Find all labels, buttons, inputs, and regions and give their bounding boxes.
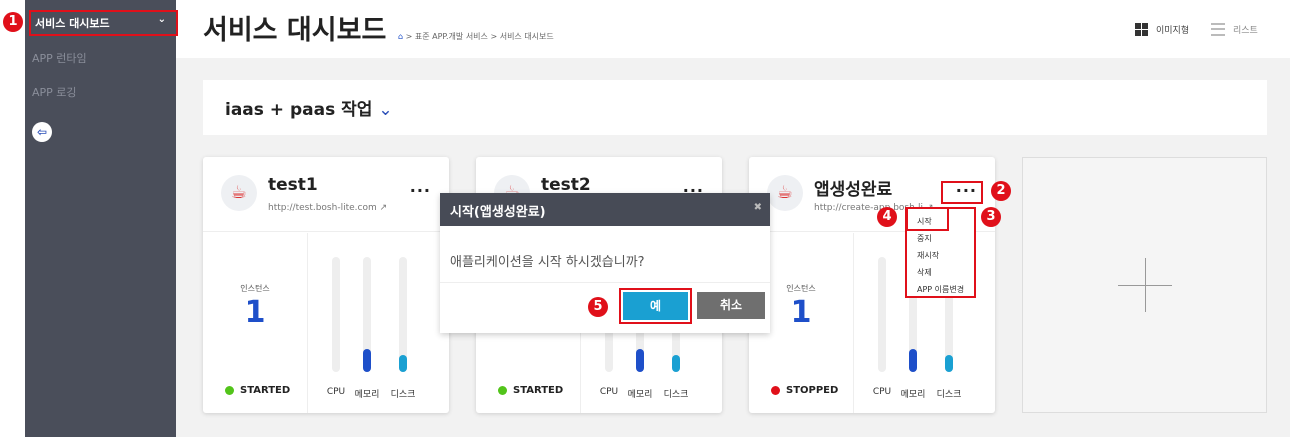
cancel-button[interactable]: 취소 [697,292,765,319]
memory-label: 메모리 [627,390,653,400]
close-icon[interactable]: ✖ [754,202,762,213]
dialog-message: 애플리케이션을 시작 하시겠습니까? [440,226,770,283]
view-label: 이미지형 [1156,26,1190,36]
java-icon: ☕ [767,175,803,211]
sidebar-item-service-dashboard[interactable]: 서비스 대시보드 ⌄ [29,10,178,36]
memory-gauge-fill [909,349,917,372]
instances-count: 1 [244,295,266,330]
app-url[interactable]: http://test.bosh-lite.com ↗ [268,203,387,213]
instances-label: 인스턴스 [240,284,270,293]
logout-icon[interactable]: ⇦ [32,122,52,142]
status-dot [498,386,507,395]
disk-label: 디스크 [936,390,962,400]
step-badge: 4 [877,207,897,227]
sidebar-item-label: 서비스 대시보드 [35,17,110,30]
highlight-box [941,181,983,204]
breadcrumb-item: 서비스 대시보드 [499,32,554,41]
highlight-box [906,207,949,231]
memory-gauge-fill [636,349,644,372]
view-label: 리스트 [1233,26,1258,36]
status-text: STARTED [240,385,291,396]
view-list-button[interactable]: 리스트 [1211,23,1258,36]
step-badge: 2 [991,181,1011,201]
step-badge: 1 [3,12,23,32]
memory-label: 메모리 [900,390,926,400]
page-title: 서비스 대시보드 [203,15,387,46]
menu-item-restart[interactable]: 재시작 [917,247,974,264]
status-badge: STARTED [498,385,563,396]
disk-gauge-fill [399,354,407,372]
add-app-card[interactable] [1022,157,1267,413]
menu-item-stop[interactable]: 중지 [917,230,974,247]
home-icon[interactable]: ⌂ [398,32,403,41]
confirm-label: 예 [623,292,688,320]
disk-gauge-fill [672,354,680,372]
disk-gauge-fill [945,354,953,372]
menu-item-delete[interactable]: 삭제 [917,264,974,281]
disk-label: 디스크 [390,390,416,400]
chevron-down-icon: ⌄ [378,100,393,120]
more-options-icon[interactable]: ··· [410,181,431,200]
group-selector[interactable]: iaas + paas 작업 ⌄ [203,80,1267,135]
cpu-gauge [332,257,340,372]
status-dot [225,386,234,395]
chevron-down-icon: ⌄ [157,14,166,25]
app-card[interactable]: ☕ test1 http://test.bosh-lite.com ↗ ··· … [203,157,449,413]
step-badge: 3 [981,207,1001,227]
breadcrumb-item[interactable]: 표준 APP.개발 서비스 [415,32,488,41]
group-name: iaas + paas 작업 [225,100,373,120]
cpu-gauge [878,257,886,372]
memory-gauge [363,257,371,372]
app-name[interactable]: test2 [541,175,591,195]
sidebar-item-app-runtime[interactable]: APP 런타임 [32,50,87,66]
disk-gauge [399,257,407,372]
disk-label: 디스크 [663,390,689,400]
status-badge: STARTED [225,385,290,396]
app-name[interactable]: 앱생성완료 [814,175,892,200]
view-image-button[interactable]: 이미지형 [1135,23,1189,36]
status-dot [771,386,780,395]
list-icon [1211,23,1225,36]
external-link-icon[interactable]: ↗ [380,203,388,213]
status-text: STARTED [513,385,564,396]
confirm-button[interactable]: 예 [619,288,692,324]
breadcrumb: ⌂ > 표준 APP.개발 서비스 > 서비스 대시보드 [398,32,554,41]
memory-label: 메모리 [354,390,380,400]
app-name[interactable]: test1 [268,175,318,195]
dialog-title: 시작(앱생성완료) [450,205,546,220]
memory-gauge-fill [363,349,371,372]
grid-icon [1135,23,1148,36]
status-text: STOPPED [786,385,839,396]
sidebar-item-app-logging[interactable]: APP 로깅 [32,84,77,100]
step-badge: 5 [588,297,608,317]
menu-item-rename[interactable]: APP 이름변경 [917,281,974,298]
app-url-text: http://test.bosh-lite.com [268,203,377,213]
status-badge: STOPPED [771,385,838,396]
java-icon: ☕ [221,175,257,211]
